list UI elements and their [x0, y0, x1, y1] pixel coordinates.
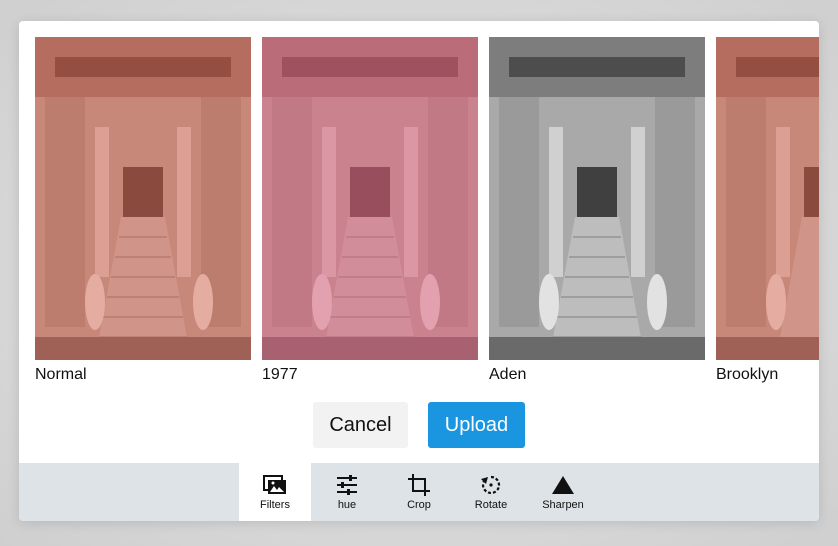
filter-thumbnail	[716, 37, 819, 360]
editor-toolbar: Filters hue Crop Rotate Sharpen	[19, 463, 819, 521]
filter-label: Aden	[489, 366, 527, 383]
tool-label: hue	[337, 499, 357, 511]
filter-label: 1977	[262, 366, 298, 383]
triangle-icon	[552, 476, 574, 494]
tool-sharpen[interactable]: Sharpen	[527, 463, 599, 521]
filter-label: Brooklyn	[716, 366, 779, 383]
tool-hue[interactable]: hue	[311, 463, 383, 521]
upload-button[interactable]: Upload	[428, 402, 525, 448]
filter-tint-overlay	[35, 37, 251, 360]
rotate-icon	[481, 475, 501, 495]
filter-carousel[interactable]: Normal 1977 Aden Brooklyn	[35, 37, 819, 387]
tool-filters[interactable]: Filters	[239, 463, 311, 521]
tool-label: Crop	[407, 499, 431, 511]
filter-thumbnail	[262, 37, 478, 360]
tool-label: Sharpen	[542, 499, 584, 511]
sliders-icon	[337, 475, 357, 495]
tool-rotate[interactable]: Rotate	[455, 463, 527, 521]
cancel-button[interactable]: Cancel	[313, 402, 408, 448]
tool-crop[interactable]: Crop	[383, 463, 455, 521]
filter-thumbnail	[35, 37, 251, 360]
filter-tint-overlay	[262, 37, 478, 360]
image-icon	[263, 475, 286, 494]
filter-label: Normal	[35, 366, 87, 383]
tool-label: Filters	[260, 499, 290, 511]
filter-option-normal[interactable]: Normal	[35, 37, 251, 387]
crop-icon	[408, 474, 430, 496]
tool-label: Rotate	[474, 499, 508, 511]
filter-thumbnail	[489, 37, 705, 360]
filter-option-1977[interactable]: 1977	[262, 37, 478, 387]
filter-tint-overlay	[716, 37, 819, 360]
image-editor-modal: Normal 1977 Aden Brooklyn Cancel Upload …	[19, 21, 819, 521]
filter-option-brooklyn[interactable]: Brooklyn	[716, 37, 819, 387]
filter-option-aden[interactable]: Aden	[489, 37, 705, 387]
